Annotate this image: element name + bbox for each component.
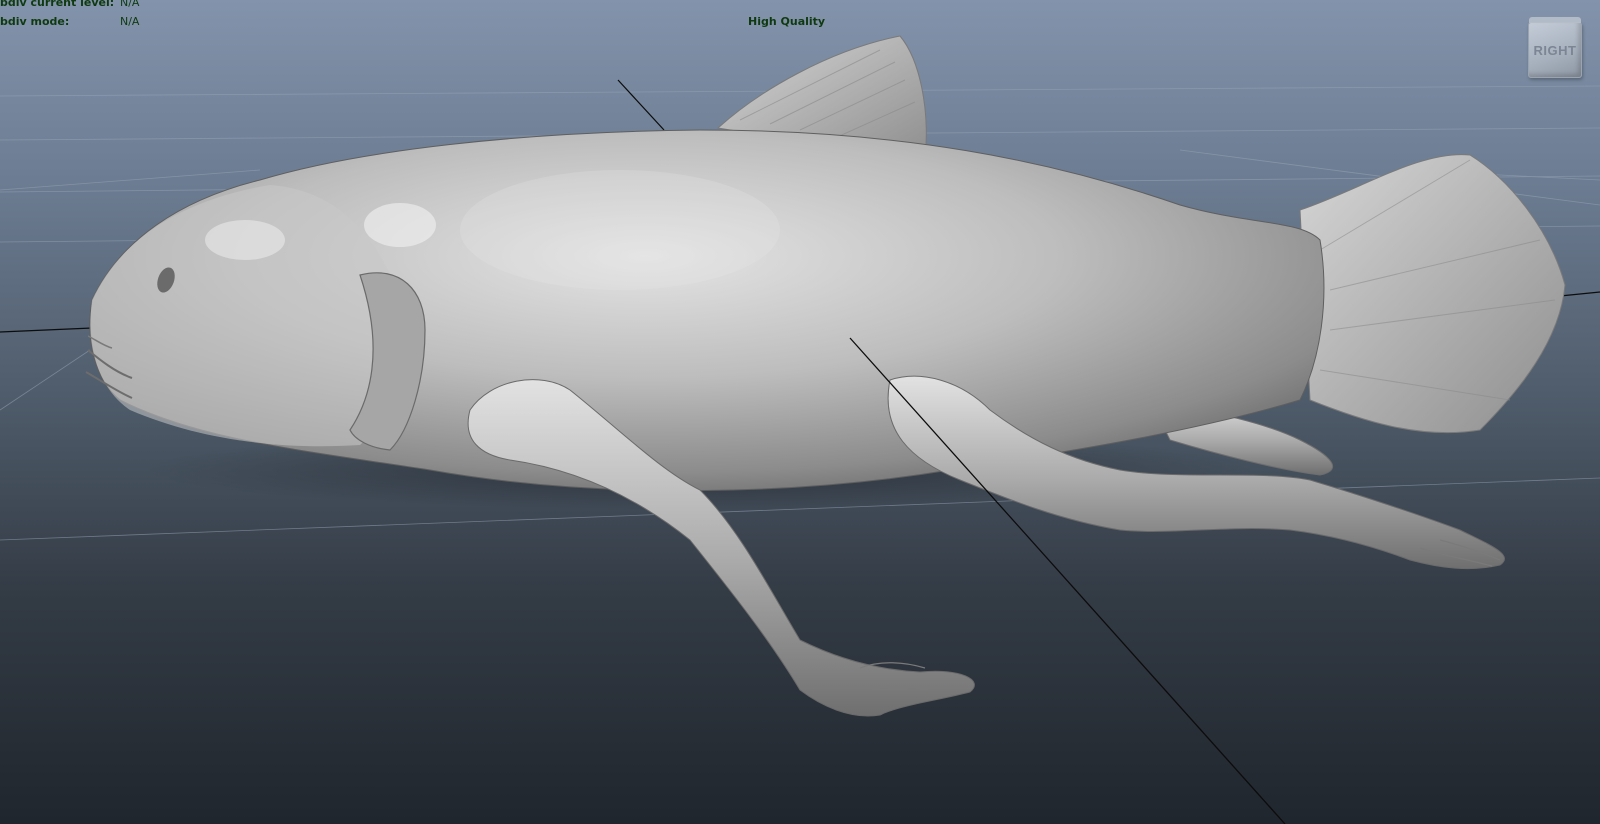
viewport-scene[interactable] (0, 0, 1600, 824)
view-cube-top-face[interactable] (1529, 17, 1581, 23)
3d-viewport[interactable]: bdiv current level: N/A bdiv mode: N/A H… (0, 0, 1600, 824)
subdiv-level-label: bdiv current level: (0, 0, 115, 9)
heads-up-display: bdiv current level: N/A bdiv mode: N/A H… (0, 0, 900, 32)
view-cube[interactable]: RIGHT (1528, 17, 1582, 78)
subdiv-mode-label: bdiv mode: (0, 15, 70, 28)
subdiv-level-value: N/A (120, 0, 140, 9)
subdiv-mode-value: N/A (120, 15, 140, 28)
quality-indicator: High Quality (748, 15, 826, 28)
tail-fin (1299, 154, 1566, 434)
view-cube-face-label: RIGHT (1533, 43, 1577, 58)
